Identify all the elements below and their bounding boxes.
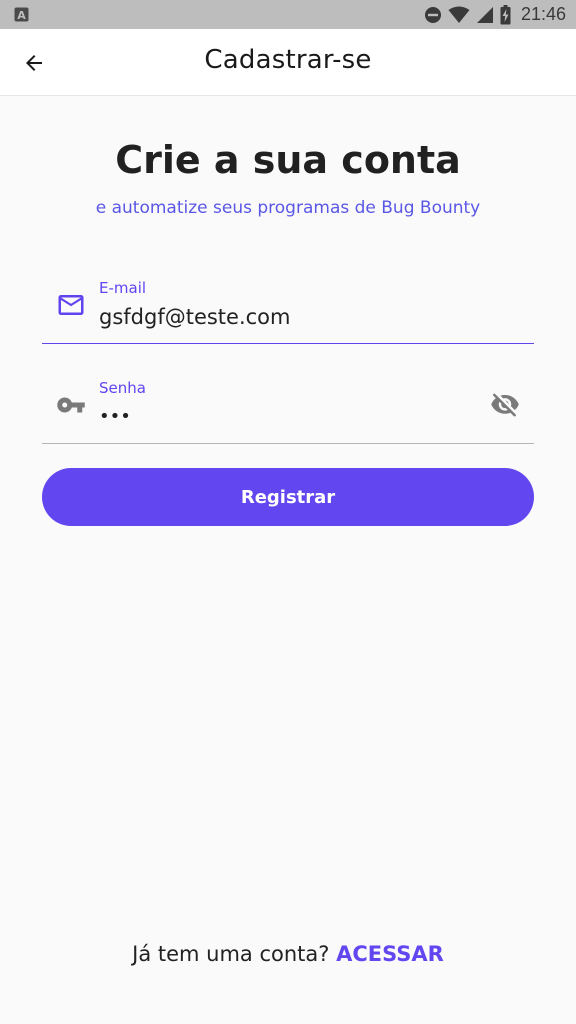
signal-icon xyxy=(476,6,493,23)
heading: Crie a sua conta xyxy=(115,138,461,182)
login-link[interactable]: ACESSAR xyxy=(336,942,444,966)
subheading: e automatize seus programas de Bug Bount… xyxy=(95,198,481,218)
password-label: Senha xyxy=(99,379,146,397)
email-input[interactable] xyxy=(99,302,479,332)
login-prompt: Já tem uma conta? ACESSAR xyxy=(0,942,576,966)
email-field[interactable]: E-mail xyxy=(42,268,534,344)
password-input[interactable]: ••• xyxy=(99,402,479,432)
wifi-icon xyxy=(448,6,470,23)
app-bar: Cadastrar-se xyxy=(0,29,576,96)
status-time: 21:46 xyxy=(520,4,566,24)
register-button[interactable]: Registrar xyxy=(42,468,534,526)
login-prompt-text: Já tem uma conta? xyxy=(132,942,337,966)
mail-icon xyxy=(58,295,84,315)
a-icon: A xyxy=(14,7,29,22)
toggle-password-visibility-button[interactable] xyxy=(490,390,520,420)
status-bar: A 21:46 xyxy=(0,0,576,29)
email-label: E-mail xyxy=(99,279,147,297)
visibility-off-icon xyxy=(491,393,519,417)
svg-text:A: A xyxy=(17,9,26,22)
password-field[interactable]: Senha ••• xyxy=(42,368,534,444)
key-icon xyxy=(57,397,85,413)
status-icons: 21:46 xyxy=(424,0,566,29)
dnd-icon xyxy=(424,6,441,23)
page-title: Cadastrar-se xyxy=(204,45,372,75)
battery-charging-icon xyxy=(500,4,511,24)
